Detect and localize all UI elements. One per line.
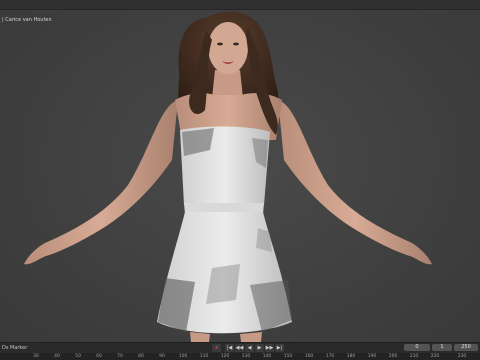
jump-start-button[interactable]: |◀ [225, 344, 234, 352]
ruler-tick: 80 [138, 354, 144, 359]
ruler-tick: 100 [178, 354, 188, 359]
play-reverse-button[interactable]: ◀ [245, 344, 254, 352]
ruler-tick: 70 [117, 354, 123, 359]
ruler-tick: 150 [283, 354, 293, 359]
marker-menu[interactable]: Marker [10, 345, 27, 351]
ruler-tick: 140 [262, 354, 272, 359]
ruler-tick: 90 [159, 354, 165, 359]
ruler-tick: 200 [388, 354, 398, 359]
ruler-tick: 110 [199, 354, 209, 359]
jump-prev-keyframe-button[interactable]: ◀◀ [235, 344, 244, 352]
ruler-tick: 210 [409, 354, 419, 359]
ruler-tick: 60 [96, 354, 102, 359]
ruler-tick: 120 [220, 354, 230, 359]
playback-controls: ⏺ |◀ ◀◀ ◀ ▶ ▶▶ ▶| [212, 344, 284, 352]
ruler-tick: 40 [54, 354, 60, 359]
header-bar [0, 0, 480, 10]
ruler-tick: 30 [33, 354, 39, 359]
start-frame-field[interactable]: 1 [432, 344, 452, 351]
neck [212, 70, 243, 98]
jump-end-button[interactable]: ▶| [275, 344, 284, 352]
end-frame-field[interactable]: 250 [454, 344, 478, 351]
character-model[interactable] [0, 10, 480, 342]
ruler-tick: 160 [304, 354, 314, 359]
left-arm [24, 100, 178, 265]
ruler-tick: 130 [241, 354, 251, 359]
play-button[interactable]: ▶ [255, 344, 264, 352]
current-frame-field[interactable]: 0 [404, 344, 430, 351]
ruler-tick: 50 [75, 354, 81, 359]
right-arm [278, 100, 432, 265]
legs [190, 332, 262, 342]
ruler-tick: 170 [325, 354, 335, 359]
ruler-tick: 190 [367, 354, 377, 359]
ruler-tick: 230 [457, 354, 467, 359]
face [208, 22, 248, 74]
3d-viewport[interactable]: | Carice van Houten [0, 10, 480, 342]
frame-ruler[interactable]: 30 40 50 60 70 80 90 100 110 120 130 140… [0, 353, 480, 360]
ruler-tick: 180 [346, 354, 356, 359]
timeline-header: Ds Marker ⏺ |◀ ◀◀ ◀ ▶ ▶▶ ▶| 0 1 250 [0, 342, 480, 353]
view-menu[interactable]: Ds [2, 345, 8, 351]
ruler-tick: 220 [430, 354, 440, 359]
jump-next-keyframe-button[interactable]: ▶▶ [265, 344, 274, 352]
record-button[interactable]: ⏺ [212, 344, 221, 352]
